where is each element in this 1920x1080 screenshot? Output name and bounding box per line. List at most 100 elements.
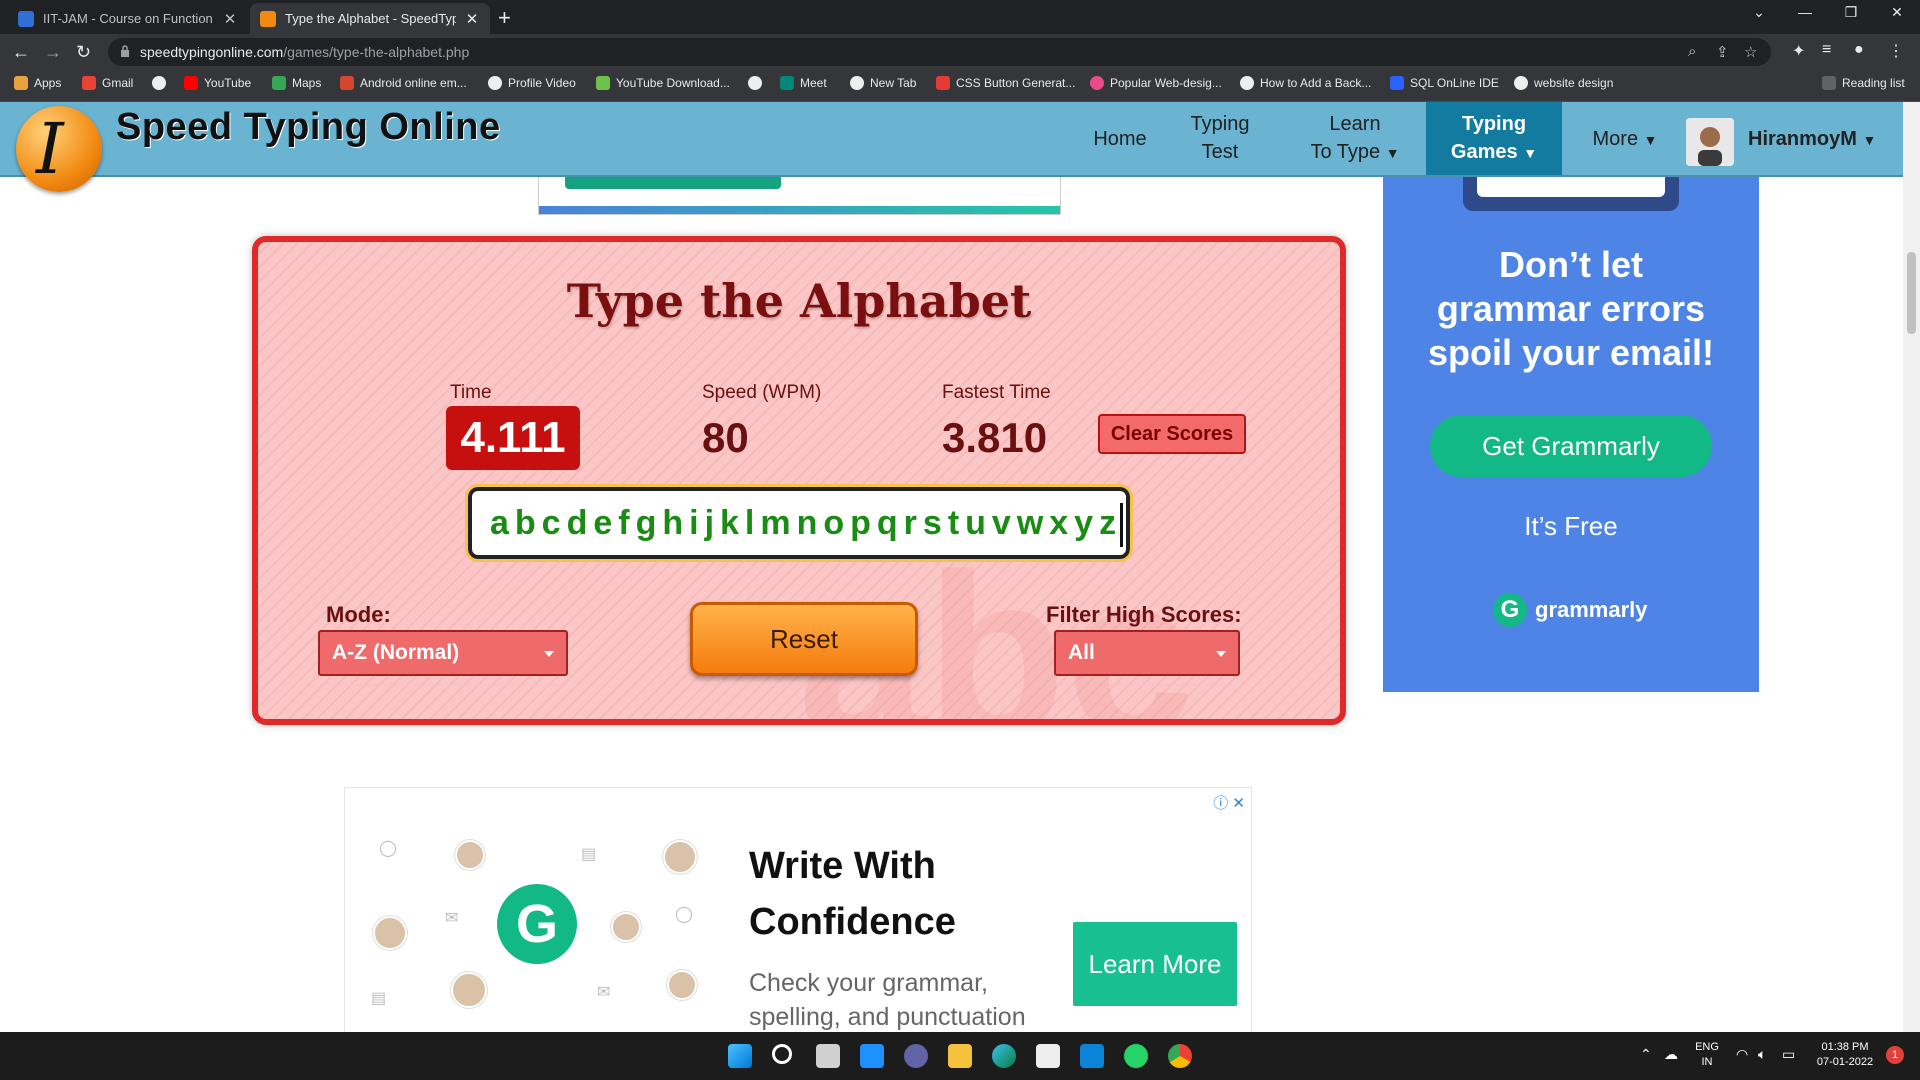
windows-start-icon[interactable]	[728, 1044, 752, 1068]
tab-iit-jam[interactable]: IIT-JAM - Course on Function of ✕	[8, 3, 248, 34]
chat-bubble-icon: ◯	[379, 840, 397, 857]
bookmark-apps[interactable]: Apps	[14, 76, 61, 90]
bookmark-meet[interactable]: Meet	[780, 76, 827, 90]
reset-button[interactable]: Reset	[690, 602, 918, 676]
zoom-icon[interactable]: ⌕	[1688, 43, 1696, 60]
notification-badge[interactable]: 1	[1886, 1046, 1904, 1064]
clock-time: 01:38 PM	[1821, 1041, 1869, 1053]
scrollbar-thumb[interactable]	[1907, 252, 1916, 334]
close-tab-icon[interactable]: ✕	[464, 10, 480, 28]
profile-avatar-icon[interactable]: ●	[1854, 41, 1864, 59]
bookmark-website-design[interactable]: website design	[1514, 76, 1613, 90]
bookmark-label: How to Add a Back...	[1260, 76, 1372, 90]
headline-line: spoil your email!	[1427, 332, 1715, 373]
subtext-line: spelling, and punctuation	[749, 1003, 1026, 1031]
tab-type-the-alphabet[interactable]: Type the Alphabet - SpeedTyping ✕	[250, 3, 490, 34]
nav-typing-games[interactable]: Typing Games ▼	[1426, 102, 1562, 175]
caret-down-icon: ▼	[1643, 132, 1658, 148]
task-view-icon[interactable]	[816, 1044, 840, 1068]
bookmark-globe-1[interactable]	[152, 76, 172, 90]
globe-icon	[488, 76, 502, 90]
bookmark-maps[interactable]: Maps	[272, 76, 321, 90]
grammarly-bottom-ad[interactable]: ⓘ ✕ ◯ ✉ ▤ ▤ ✉ ◯ G Write With Confidence …	[344, 787, 1252, 1032]
menu-icon[interactable]: ⋮	[1888, 41, 1904, 61]
bookmark-new-tab[interactable]: New Tab	[850, 76, 916, 90]
teams-chat-icon[interactable]	[904, 1044, 928, 1068]
file-explorer-icon[interactable]	[948, 1044, 972, 1068]
headline-line: Don’t let	[1499, 244, 1643, 285]
clock[interactable]: 01:38 PM 07-01-2022	[1810, 1040, 1880, 1070]
bookmark-android-emulator[interactable]: Android online em...	[340, 76, 467, 90]
clear-scores-button[interactable]: Clear Scores	[1098, 414, 1246, 454]
bookmark-gmail[interactable]: Gmail	[82, 76, 133, 90]
bookmark-css-button[interactable]: CSS Button Generat...	[936, 76, 1075, 90]
speedtyping-favicon-icon	[260, 10, 276, 27]
meet-icon	[780, 76, 794, 90]
headline-line: Confidence	[749, 901, 956, 943]
edge-icon[interactable]	[992, 1044, 1016, 1068]
bookmark-sql-online-ide[interactable]: SQL OnLine IDE	[1390, 76, 1499, 90]
page-viewport: I Speed Typing Online Home Typing Test Le…	[0, 102, 1920, 1032]
typing-input[interactable]: abcdefghijklmnopqrstuvwxyz	[465, 484, 1133, 562]
tab-title: IIT-JAM - Course on Function of	[43, 11, 214, 26]
volume-icon[interactable]: 🔈︎	[1758, 1046, 1766, 1063]
close-tab-icon[interactable]: ✕	[222, 10, 238, 28]
extensions-icon[interactable]: ✦	[1792, 41, 1805, 61]
search-icon[interactable]	[772, 1044, 792, 1064]
nav-more[interactable]: More ▼	[1580, 125, 1670, 154]
logo-letter: I	[36, 108, 64, 190]
address-bar[interactable]: speedtypingonline.com/games/type-the-alp…	[108, 38, 1771, 66]
page-scrollbar[interactable]	[1903, 102, 1920, 1032]
mode-select[interactable]: A-Z (Normal)	[318, 630, 568, 676]
bookmark-label: Profile Video	[508, 76, 576, 90]
css-star-icon	[936, 76, 950, 90]
vscode-icon[interactable]	[1080, 1044, 1104, 1068]
forward-icon[interactable]: →	[44, 42, 62, 63]
tab-search-icon[interactable]: ⌄	[1736, 4, 1782, 21]
restore-icon[interactable]: ❐	[1828, 4, 1874, 21]
filter-high-scores-select[interactable]: All	[1054, 630, 1240, 676]
close-window-icon[interactable]: ✕	[1874, 4, 1920, 21]
nav-learn-to-type[interactable]: Learn To Type ▼	[1300, 110, 1410, 167]
grammarly-side-ad[interactable]: Don’t let grammar errors spoil your emai…	[1383, 177, 1759, 692]
share-icon[interactable]: ⇪	[1716, 43, 1729, 61]
nav-home[interactable]: Home	[1080, 125, 1160, 153]
dribbble-icon	[1090, 76, 1104, 90]
new-tab-icon[interactable]: +	[498, 5, 511, 31]
show-hidden-icons[interactable]: ⌃	[1640, 1046, 1652, 1063]
bookmark-how-to-add[interactable]: How to Add a Back...	[1240, 76, 1371, 90]
reading-list-button[interactable]: Reading list	[1822, 76, 1905, 90]
language-indicator[interactable]: ENG IN	[1692, 1040, 1722, 1070]
document-icon: ▤	[581, 846, 597, 863]
minimize-icon[interactable]: —	[1782, 4, 1828, 20]
text-caret	[1120, 503, 1124, 548]
ad-gradient-bar	[539, 206, 1060, 214]
site-logo[interactable]: I	[16, 106, 102, 192]
bookmark-star-icon[interactable]: ☆	[1744, 43, 1757, 61]
adchoices-icon[interactable]: ⓘ ✕	[1213, 792, 1245, 813]
chrome-icon[interactable]	[1168, 1044, 1192, 1068]
bookmark-youtube-download[interactable]: YouTube Download...	[596, 76, 730, 90]
user-avatar[interactable]	[1686, 118, 1734, 166]
user-photo-icon	[1686, 118, 1734, 166]
cloud-icon[interactable]: ☁	[1664, 1046, 1678, 1063]
whatsapp-icon[interactable]	[1124, 1044, 1148, 1068]
nav-typing-test[interactable]: Typing Test	[1180, 110, 1260, 166]
bookmark-profile-video[interactable]: Profile Video	[488, 76, 576, 90]
back-icon[interactable]: ←	[12, 42, 30, 63]
user-menu[interactable]: HiranmoyM ▼	[1748, 128, 1876, 151]
bookmark-popular-web-design[interactable]: Popular Web-desig...	[1090, 76, 1222, 90]
bookmark-label: CSS Button Generat...	[956, 76, 1076, 90]
bookmark-youtube[interactable]: YouTube	[184, 76, 251, 90]
site-title[interactable]: Speed Typing Online	[116, 106, 501, 149]
wifi-icon[interactable]: ◠	[1736, 1046, 1748, 1063]
reload-icon[interactable]: ↻	[76, 42, 91, 63]
reading-list-icon[interactable]: ≡	[1822, 41, 1831, 59]
bookmark-globe-2[interactable]	[748, 76, 768, 90]
battery-icon[interactable]: ▭	[1782, 1046, 1795, 1063]
store-icon[interactable]	[1036, 1044, 1060, 1068]
lang-line: ENG	[1695, 1041, 1719, 1053]
get-grammarly-button[interactable]: Get Grammarly	[1430, 415, 1712, 477]
widgets-icon[interactable]	[860, 1044, 884, 1068]
learn-more-button[interactable]: Learn More	[1073, 922, 1237, 1006]
